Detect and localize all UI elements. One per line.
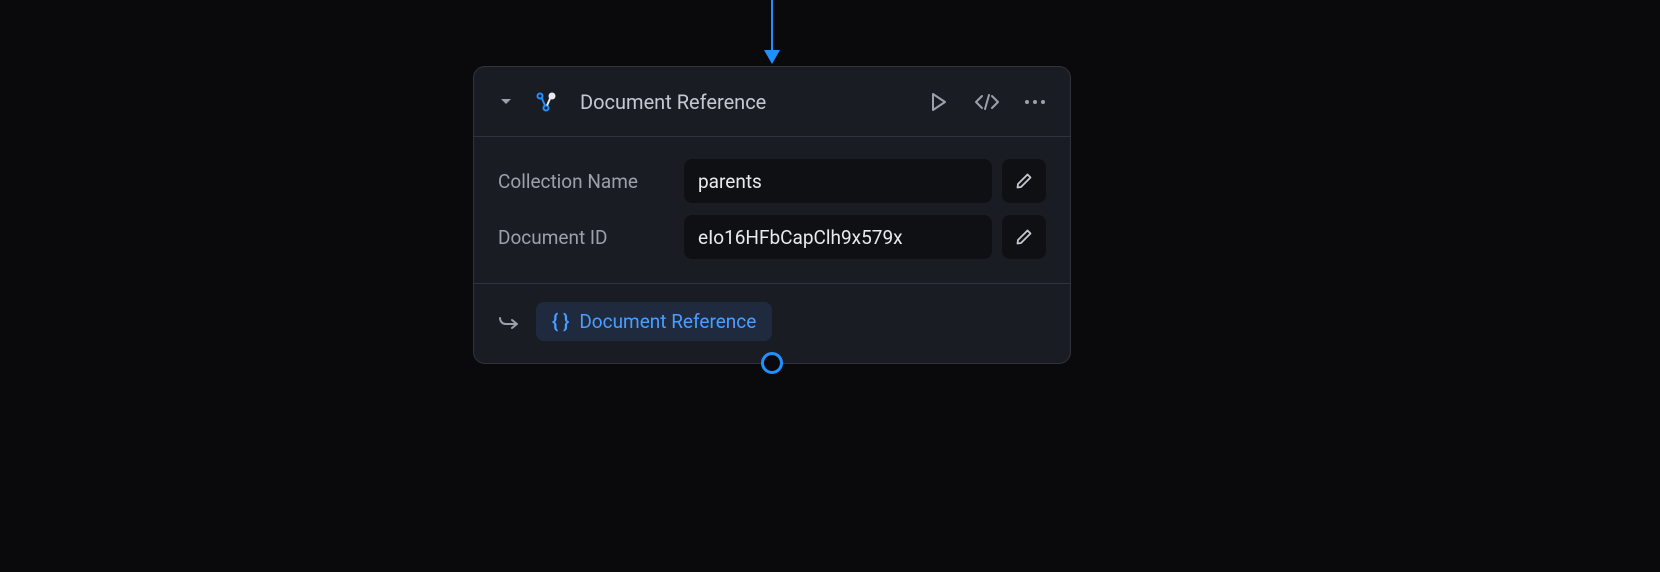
node-body: Collection Name parents Document ID eIo1… [474,137,1070,283]
document-id-input[interactable]: eIo16HFbCapClh9x579x [684,215,992,259]
more-options-button[interactable] [1020,87,1050,117]
run-button[interactable] [924,87,954,117]
node-title: Document Reference [574,90,916,114]
field-row-document-id: Document ID eIo16HFbCapClh9x579x [498,215,1046,259]
field-row-collection-name: Collection Name parents [498,159,1046,203]
field-label: Collection Name [498,170,674,193]
incoming-connector-arrow [764,50,780,64]
edit-document-id-button[interactable] [1002,215,1046,259]
output-label: Document Reference [579,310,756,333]
code-icon [974,94,1000,110]
node-footer: { } Document Reference [474,283,1070,363]
pencil-icon [1015,228,1033,246]
edit-collection-name-button[interactable] [1002,159,1046,203]
output-port-handle[interactable] [761,352,783,374]
code-view-button[interactable] [972,87,1002,117]
document-reference-node: Document Reference Co [473,66,1071,364]
caret-down-icon [500,98,512,106]
play-icon [931,93,947,111]
node-type-icon [532,88,560,116]
braces-icon: { } [552,310,569,333]
pencil-icon [1015,172,1033,190]
return-arrow-icon [498,314,520,330]
output-chip[interactable]: { } Document Reference [536,302,772,341]
field-label: Document ID [498,226,674,249]
ellipsis-icon [1025,100,1045,104]
node-header: Document Reference [474,67,1070,137]
header-actions [924,87,1050,117]
collapse-toggle[interactable] [494,90,518,114]
collection-name-input[interactable]: parents [684,159,992,203]
